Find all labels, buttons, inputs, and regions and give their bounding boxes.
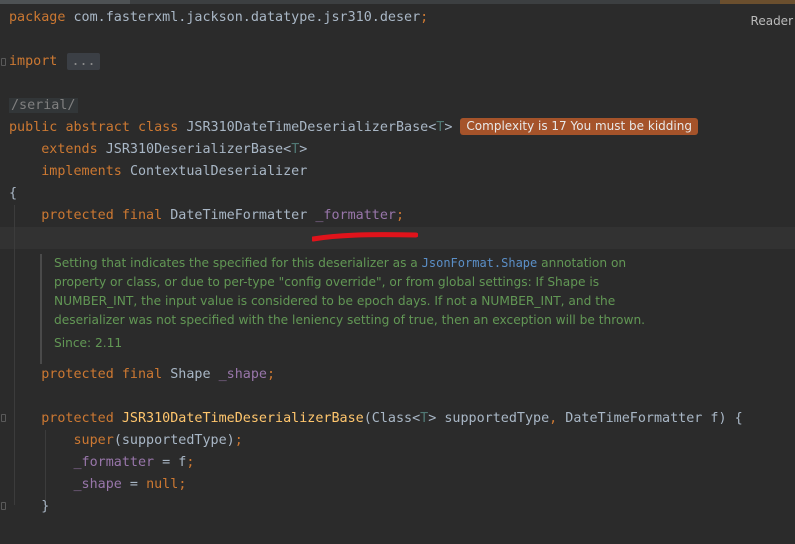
tab-strip — [0, 0, 795, 4]
red-underline-annotation — [312, 232, 418, 242]
code-line-import: import ... — [9, 51, 100, 73]
doc-link-jsonformat-shape[interactable]: JsonFormat.Shape — [422, 256, 538, 270]
code-line-extends: extends JSR310DeserializerBase<T> — [41, 142, 308, 157]
reader-mode-button[interactable]: Reader — [751, 14, 793, 28]
code-line-implements: implements ContextualDeserializer — [41, 164, 308, 179]
code-line-open-brace: { — [9, 186, 18, 201]
code-line-super: super(supportedType); — [73, 433, 243, 448]
tab-active-indicator[interactable] — [0, 0, 130, 4]
doc-since: Since: 2.11 — [54, 336, 123, 350]
code-line-class-decl: public abstract class JSR310DateTimeDese… — [9, 117, 698, 139]
code-line-close-brace: } — [41, 499, 50, 514]
code-line-field-formatter: protected final DateTimeFormatter _forma… — [41, 208, 405, 223]
code-line-field-shape: protected final Shape _shape; — [41, 367, 276, 382]
fold-constructor-end-icon[interactable] — [1, 502, 6, 510]
editor-gutter — [0, 0, 8, 544]
complexity-hint-badge[interactable]: Complexity is 17 You must be kidding — [460, 118, 698, 135]
code-line-assign-shape: _shape = null; — [73, 477, 187, 492]
fold-import-icon[interactable] — [1, 58, 6, 66]
code-line-annotation: /serial/ — [9, 98, 78, 113]
code-line-assign-formatter: _formatter = f; — [73, 455, 195, 470]
code-line-constructor: protected JSR310DateTimeDeserializerBase… — [41, 411, 743, 426]
code-line-package: package com.fasterxml.jackson.datatype.j… — [9, 10, 429, 25]
javadoc-rendered-block: Setting that indicates the specified for… — [40, 254, 654, 364]
import-fold-placeholder[interactable]: ... — [67, 53, 100, 70]
fold-constructor-icon[interactable] — [1, 414, 6, 422]
tab-warning-indicator[interactable] — [720, 0, 795, 4]
